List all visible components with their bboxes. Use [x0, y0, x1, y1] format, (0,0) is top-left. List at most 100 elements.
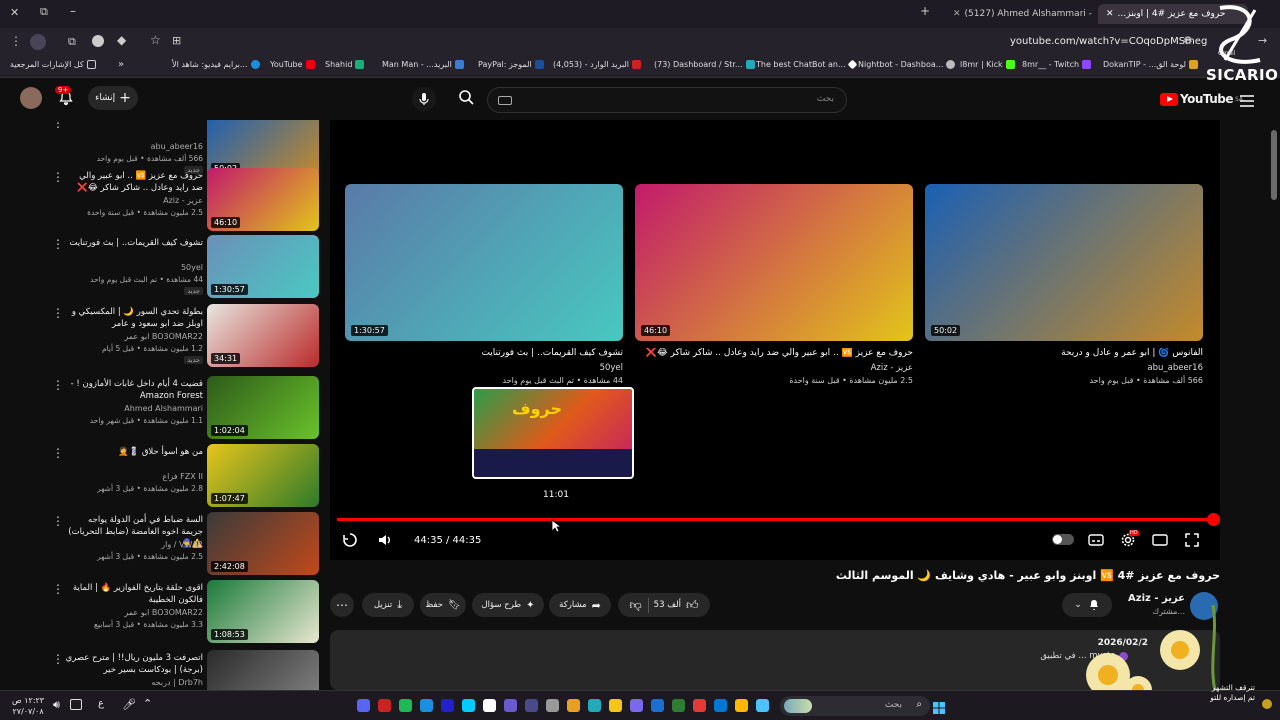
monitor-icon[interactable]: [70, 699, 82, 710]
related-video-item[interactable]: 1:08:53 اقوى حلقة بتاريخ الفوازير 🔥 | الم…: [0, 580, 325, 646]
autoplay-toggle[interactable]: [1052, 533, 1074, 549]
bookmark-item[interactable]: (73) Dashboard / Str...: [654, 60, 755, 69]
channel-name[interactable]: عزيز - Aziz: [1100, 593, 1185, 604]
search-icon[interactable]: [458, 89, 474, 109]
more-options-icon[interactable]: ⋮: [52, 237, 64, 251]
taskbar-app-icon[interactable]: [756, 699, 769, 712]
avatar[interactable]: [20, 87, 42, 109]
more-options-icon[interactable]: ⋮: [52, 446, 64, 460]
more-options-icon[interactable]: ⋮: [52, 514, 64, 528]
taskbar-app-icon[interactable]: [504, 699, 517, 712]
ask-button[interactable]: طرح سؤال ✦: [472, 593, 544, 617]
volume-button[interactable]: [377, 532, 393, 552]
channel-name[interactable]: abu_abeer16: [65, 142, 203, 151]
related-video-item[interactable]: 1:07:47 من هو اسوأ حلاق 💈🤦 FZX II فزاع 2.8 …: [0, 444, 325, 510]
extensions-icon[interactable]: ⧉: [68, 35, 76, 49]
close-tab-icon[interactable]: ✕: [953, 9, 961, 19]
related-video-item[interactable]: 46:10 حروف مع عزيز 🆚 .. ابو عبير والي ضد …: [0, 168, 325, 234]
tray-overflow-icon[interactable]: ⌃: [143, 697, 152, 710]
taskbar-app-icon[interactable]: [420, 699, 433, 712]
endscreen-channel-name[interactable]: عزيز - Aziz: [635, 363, 913, 373]
taskbar-app-icon[interactable]: [651, 699, 664, 712]
language-indicator[interactable]: ع: [98, 698, 104, 709]
windows-start-icon[interactable]: [933, 699, 945, 714]
channel-name[interactable]: Ahmed Alshammari: [65, 404, 203, 413]
taskbar-app-icon[interactable]: [630, 699, 643, 712]
restore-window-icon[interactable]: ⧉: [40, 5, 48, 19]
video-thumbnail[interactable]: [207, 650, 319, 690]
taskbar-app-icon[interactable]: [735, 699, 748, 712]
microphone-tray-icon[interactable]: 🎤︎: [122, 698, 136, 711]
menu-dots-icon[interactable]: ⋮: [10, 34, 22, 48]
download-button[interactable]: تنزيل ⤓: [362, 593, 414, 617]
video-title[interactable]: اتصرفت 3 مليون ريال!! | مترح عصري (برجة)…: [65, 652, 203, 676]
video-thumbnail[interactable]: 1:08:53: [207, 580, 319, 643]
taskbar-app-icon[interactable]: [546, 699, 559, 712]
taskbar-app-icon[interactable]: [441, 699, 454, 712]
minimize-window-icon[interactable]: –: [70, 4, 76, 18]
channel-name[interactable]: Drb7h | دربحه: [65, 678, 203, 687]
bookmark-item[interactable]: Nightbot - Dashboa...: [858, 60, 956, 69]
channel-name[interactable]: عزيز - Aziz: [65, 196, 203, 205]
progress-scrubber[interactable]: [1207, 513, 1220, 526]
taskbar-app-icon[interactable]: [588, 699, 601, 712]
video-player[interactable]: 1:30:57 تشوف كيف القريمات.. | بث فورتنايت…: [330, 120, 1220, 560]
page-scrollbar[interactable]: [1271, 130, 1277, 200]
video-thumbnail[interactable]: 1:30:57: [207, 235, 319, 298]
bookmark-item[interactable]: برايم فيديو: شاهد الأ...: [172, 60, 260, 69]
address-bar[interactable]: youtube.com/watch?v=COqoDpMSmeg: [1010, 36, 1207, 47]
related-video-item[interactable]: 34:31 بطولة تحدي السور 🌙 | المكسيكي و اوب…: [0, 304, 325, 370]
bookmarks-overflow-icon[interactable]: »: [118, 59, 124, 70]
taskbar-app-icon[interactable]: [357, 699, 370, 712]
channel-name[interactable]: BO3OMAR22 ابو عمر: [65, 332, 203, 341]
video-title[interactable]: تشوف كيف القريمات.. | بث فورتنايت: [65, 237, 203, 249]
related-video-item[interactable]: اتصرفت 3 مليون ريال!! | مترح عصري (برجة)…: [0, 650, 325, 690]
bookmark-item[interactable]: PayPal: الموجز: [478, 60, 544, 69]
close-window-icon[interactable]: ✕: [10, 6, 19, 19]
endscreen-video-card[interactable]: 46:10: [635, 184, 913, 341]
replay-button[interactable]: [342, 532, 358, 552]
related-video-item[interactable]: 1:30:57 تشوف كيف القريمات.. | بث فورتنايت…: [0, 235, 325, 301]
video-thumbnail[interactable]: 34:31: [207, 304, 319, 367]
video-title[interactable]: قضيت 4 أيام داخل غابات الأمازون ! - Amaz…: [65, 378, 203, 402]
taskbar-app-icon[interactable]: [672, 699, 685, 712]
endscreen-video-card[interactable]: 1:30:57: [345, 184, 623, 341]
channel-name[interactable]: BO3OMAR22 ابو عمر: [65, 608, 203, 617]
video-title[interactable]: حروف مع عزيز 🆚 .. ابو عبير والي ضد رايد …: [65, 170, 203, 194]
more-options-icon[interactable]: ⋮: [52, 582, 64, 596]
video-thumbnail[interactable]: 46:10: [207, 168, 319, 231]
bookmark-item[interactable]: Shahid: [325, 60, 365, 69]
more-options-icon[interactable]: ⋮: [52, 378, 64, 392]
clock[interactable]: ١٢:٢٣ ص ٢٧/٠٧/٠٨: [12, 695, 44, 717]
taskbar-app-icon[interactable]: [567, 699, 580, 712]
related-video-item[interactable]: 1:02:04 قضيت 4 أيام داخل غابات الأمازون !…: [0, 376, 325, 442]
endscreen-video-title[interactable]: حروف مع عزيز 🆚 .. ابو عبير والي ضد رايد …: [635, 348, 913, 358]
channel-name[interactable]: 50yel: [65, 263, 203, 272]
install-app-icon[interactable]: ⊞: [172, 34, 181, 47]
subtitles-button[interactable]: [1088, 533, 1104, 551]
extension-circle-icon[interactable]: [92, 35, 104, 47]
bookmark-item[interactable]: l8mr | Kick: [960, 60, 1015, 69]
taskbar-search[interactable]: بحث ⌕: [780, 696, 930, 716]
endscreen-video-title[interactable]: تشوف كيف القريمات.. | بث فورتنايت: [345, 348, 623, 358]
like-button[interactable]: 👍︎: [686, 598, 699, 613]
progress-bar[interactable]: [337, 513, 1220, 526]
endscreen-video-title[interactable]: الفانوس 🌀 | ابو عمر و عادل و دربحة: [925, 348, 1203, 358]
video-title[interactable]: بطولة تحدي السور 🌙 | المكسيكي و اوبلز ضد…: [65, 306, 203, 330]
tab-inactive[interactable]: ✕ (5127) Ahmed Alshammari - Yo: [945, 4, 1095, 24]
bookmark-item[interactable]: DokanTIP - ...لوحة الق: [1103, 60, 1198, 69]
video-thumbnail[interactable]: 1:02:04: [207, 376, 319, 439]
search-input[interactable]: بحث: [487, 87, 847, 113]
endscreen-channel-name[interactable]: 50yel: [345, 363, 623, 373]
taskbar-app-icon[interactable]: [462, 699, 475, 712]
bookmark-item[interactable]: (4,053) - البريد الوارد: [553, 60, 642, 69]
close-tab-icon[interactable]: ✕: [1106, 9, 1114, 19]
share-button[interactable]: مشاركة ➦: [549, 593, 611, 617]
create-button[interactable]: إنشاء +: [88, 86, 138, 110]
video-thumbnail[interactable]: 1:07:47: [207, 444, 319, 507]
hamburger-menu-icon[interactable]: [1240, 92, 1254, 111]
bookmark-item[interactable]: 8mr__ - Twitch: [1022, 60, 1092, 69]
video-title[interactable]: من هو اسوأ حلاق 💈🤦: [65, 446, 203, 458]
taskbar-app-icon[interactable]: [714, 699, 727, 712]
taskbar-app-icon[interactable]: [378, 699, 391, 712]
